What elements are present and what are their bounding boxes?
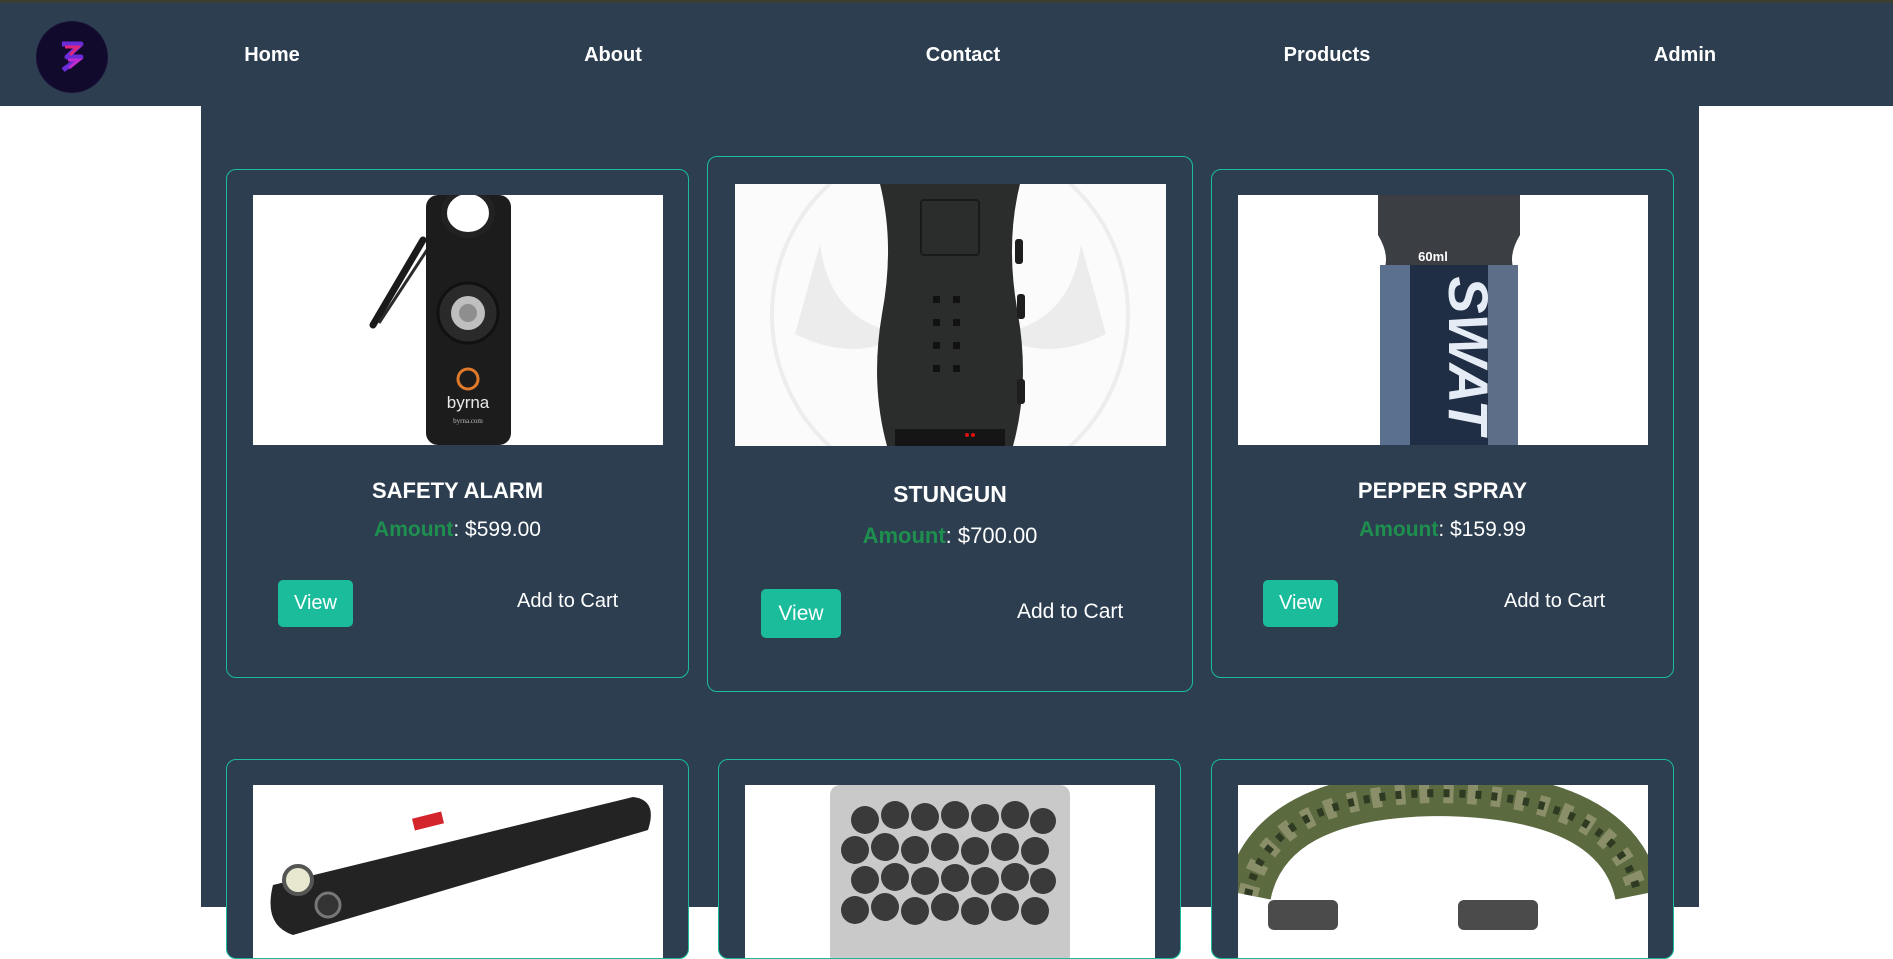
view-button[interactable]: View [761,589,841,638]
add-to-cart-button[interactable]: Add to Cart [1017,600,1123,624]
product-image-pepper-spray[interactable]: 60ml SWAT [1238,195,1648,445]
nav-about[interactable]: About [584,44,642,67]
product-card: byrna byrna.com SAFETY ALARM Amount: $59… [226,169,689,678]
amount-label: Amount [862,523,946,548]
view-button[interactable]: View [1263,580,1338,627]
byrna-url-text: byrna.com [453,417,483,425]
amount-label: Amount [1359,518,1439,541]
product-image-launcher[interactable] [253,785,663,958]
product-image-stungun[interactable] [735,184,1166,446]
nav-contact[interactable]: Contact [926,44,1000,67]
product-card [718,759,1181,959]
product-card [1211,759,1674,959]
logo-mark-icon [61,41,84,73]
product-image-safety-alarm[interactable]: byrna byrna.com [253,195,663,445]
product-card: 60ml SWAT PEPPER SPRAY Amount: $159.99 V… [1211,169,1674,678]
amount-value: : $159.99 [1438,518,1526,541]
add-to-cart-button[interactable]: Add to Cart [1504,590,1605,613]
amount-label: Amount [374,518,454,541]
product-amount: Amount: $700.00 [708,523,1192,549]
navbar: Home About Contact Products Admin [0,3,1893,106]
view-button[interactable]: View [278,580,353,627]
product-amount: Amount: $599.00 [227,518,688,542]
product-image-bracelet[interactable] [1238,785,1648,958]
amount-value: : $599.00 [453,518,541,541]
product-card [226,759,689,959]
nav-products[interactable]: Products [1284,44,1371,67]
product-title: PEPPER SPRAY [1357,478,1528,503]
product-title: STUNGUN [893,481,1007,507]
byrna-logo-text: byrna [447,393,490,412]
nav-home[interactable]: Home [244,44,300,67]
amount-value: : $700.00 [945,523,1038,548]
product-amount: Amount: $159.99 [1212,518,1673,542]
product-image-balls[interactable] [745,785,1155,958]
nav-admin[interactable]: Admin [1654,44,1716,67]
product-card: STUNGUN Amount: $700.00 View Add to Cart [707,156,1193,692]
spray-brand-text: SWAT [1437,276,1500,438]
site-logo[interactable] [37,22,107,92]
spray-volume-text: 60ml [1418,249,1448,264]
product-title: SAFETY ALARM [371,478,544,503]
products-panel: byrna byrna.com SAFETY ALARM Amount: $59… [201,106,1699,959]
add-to-cart-button[interactable]: Add to Cart [517,590,618,613]
